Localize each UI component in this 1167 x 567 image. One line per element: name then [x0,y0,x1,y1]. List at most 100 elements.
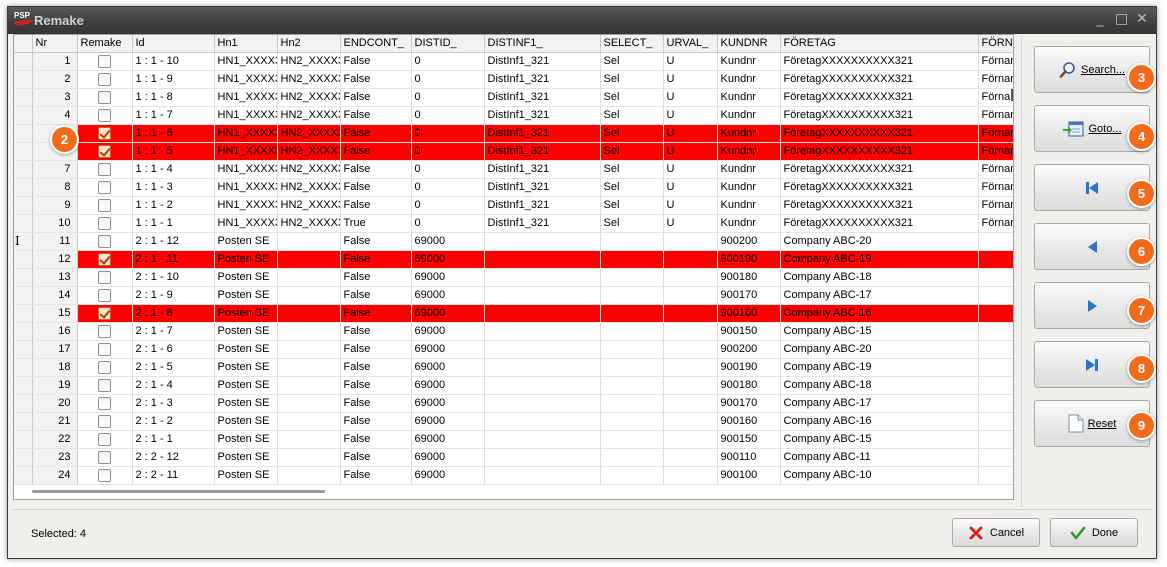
cell-fornamn[interactable]: Förnamn [978,124,1013,143]
column-header[interactable]: Nr [32,35,78,53]
remake-checkbox[interactable] [98,126,111,140]
cell-distinf1[interactable]: DistInf1_321 [484,178,601,197]
cell-select[interactable] [600,376,664,395]
cell-distinf1[interactable]: DistInf1_321 [484,88,601,107]
cell-hn2[interactable] [277,358,341,377]
cell-hn1[interactable]: HN1_XXXX321 [214,160,278,179]
cell-select[interactable] [600,268,664,287]
cell-distid[interactable]: 0 [411,160,485,179]
cell-select[interactable] [600,286,664,305]
cell-urval[interactable] [663,376,718,395]
cell-endcont[interactable]: False [340,178,412,197]
cell-foretag[interactable]: Company ABC-20 [780,232,979,251]
cell-id[interactable]: 1 : 1 - 1 [132,214,215,233]
cell-hn1[interactable]: Posten SE [214,232,278,251]
table-row[interactable]: 3 1 : 1 - 8HN1_XXXX321HN2_XXXX321False0Di… [14,88,1013,107]
cell-endcont[interactable]: False [340,376,412,395]
remake-checkbox[interactable] [98,252,111,266]
cell-foretag[interactable]: Company ABC-15 [780,322,979,341]
cell-hn2[interactable] [277,412,341,431]
cell-hn2[interactable] [277,250,341,269]
remake-checkbox[interactable] [98,234,111,248]
cell-distinf1[interactable] [484,466,601,485]
table-row[interactable]: 15 2 : 1 - 8 Posten SE False 69000 900160 Comp… [14,304,1013,323]
table-row[interactable]: 14 2 : 1 - 9 Posten SE False 69000 900170 Comp… [14,286,1013,305]
cell-kundnr[interactable]: Kundnr [717,142,781,161]
cell-urval[interactable]: U [663,214,718,233]
row-indicator[interactable] [14,466,33,485]
cell-foretag[interactable]: Company ABC-18 [780,268,979,287]
cell-foretag[interactable]: FöretagXXXXXXXXXX321 [780,70,979,89]
cell-endcont[interactable]: False [340,106,412,125]
row-indicator[interactable] [14,70,33,89]
done-button[interactable]: Done [1050,518,1138,547]
cell-distid[interactable]: 69000 [411,232,485,251]
cell-fornamn[interactable] [978,430,1013,449]
cell-hn2[interactable]: HN2_XXXX321 [277,196,341,215]
cell-hn1[interactable]: Posten SE [214,304,278,323]
cell-endcont[interactable]: False [340,304,412,323]
table-row[interactable]: 22 2 : 1 - 1 Posten SE False 69000 900150 Comp… [14,430,1013,449]
cell-urval[interactable]: U [663,124,718,143]
cell-select[interactable]: Sel [600,214,664,233]
cell-select[interactable]: Sel [600,196,664,215]
cell-select[interactable] [600,304,664,323]
cell-fornamn[interactable] [978,322,1013,341]
cell-fornamn[interactable]: Förnamn [978,52,1013,71]
cell-id[interactable]: 1 : 1 - 10 [132,52,215,71]
cell-foretag[interactable]: Company ABC-17 [780,286,979,305]
remake-checkbox[interactable] [98,396,111,410]
cell-endcont[interactable]: False [340,88,412,107]
row-indicator[interactable]: I [14,232,33,251]
cell-distid[interactable]: 69000 [411,268,485,287]
cell-distinf1[interactable] [484,358,601,377]
cell-kundnr[interactable]: Kundnr [717,196,781,215]
cell-hn2[interactable]: HN2_XXXX321 [277,70,341,89]
cell-distinf1[interactable] [484,304,601,323]
table-row[interactable]: 8 1 : 1 - 3HN1_XXXX321HN2_XXXX321False0Di… [14,178,1013,197]
remake-checkbox[interactable] [98,198,111,212]
cell-id[interactable]: 2 : 2 - 12 [132,448,215,467]
cell-select[interactable]: Sel [600,178,664,197]
remake-checkbox[interactable] [98,180,111,194]
cell-fornamn[interactable] [978,394,1013,413]
cell-urval[interactable] [663,286,718,305]
remake-checkbox[interactable] [98,378,111,392]
table-row[interactable]: 23 2 : 2 - 12 Posten SE False 69000 900110 Com… [14,448,1013,467]
cell-distinf1[interactable]: DistInf1_321 [484,70,601,89]
cell-foretag[interactable]: Company ABC-19 [780,358,979,377]
cell-id[interactable]: 2 : 1 - 1 [132,430,215,449]
cell-id[interactable]: 2 : 1 - 3 [132,394,215,413]
table-row[interactable]: 24 2 : 2 - 11 Posten SE False 69000 900100 Com… [14,466,1013,485]
cell-hn1[interactable]: HN1_XXXX321 [214,106,278,125]
cell-distid[interactable]: 69000 [411,412,485,431]
cell-hn1[interactable]: Posten SE [214,358,278,377]
cell-distid[interactable]: 0 [411,196,485,215]
data-grid[interactable]: Nr Remake Id Hn1 Hn2 ENDCONT_ DISTID_ DISTINF1_… [13,34,1014,500]
cell-distinf1[interactable]: DistInf1_321 [484,196,601,215]
cell-distid[interactable]: 0 [411,214,485,233]
row-indicator[interactable] [14,214,33,233]
cell-endcont[interactable]: False [340,160,412,179]
horizontal-scroll-thumb[interactable] [32,490,325,493]
remake-checkbox[interactable] [98,90,111,104]
cancel-button[interactable]: Cancel [952,518,1040,547]
cell-select[interactable] [600,358,664,377]
cell-urval[interactable] [663,268,718,287]
cell-kundnr[interactable]: 900180 [717,268,781,287]
row-indicator[interactable] [14,142,33,161]
cell-id[interactable]: 2 : 2 - 11 [132,466,215,485]
cell-kundnr[interactable]: 900200 [717,232,781,251]
cell-fornamn[interactable] [978,268,1013,287]
cell-foretag[interactable]: Company ABC-10 [780,466,979,485]
remake-checkbox[interactable] [98,342,111,356]
row-indicator[interactable] [14,448,33,467]
cell-distinf1[interactable] [484,394,601,413]
cell-distid[interactable]: 69000 [411,340,485,359]
row-indicator[interactable] [14,196,33,215]
cell-urval[interactable]: U [663,52,718,71]
column-header[interactable]: DISTID_ [411,35,485,53]
cell-fornamn[interactable] [978,304,1013,323]
cell-distid[interactable]: 0 [411,52,485,71]
cell-endcont[interactable]: False [340,196,412,215]
